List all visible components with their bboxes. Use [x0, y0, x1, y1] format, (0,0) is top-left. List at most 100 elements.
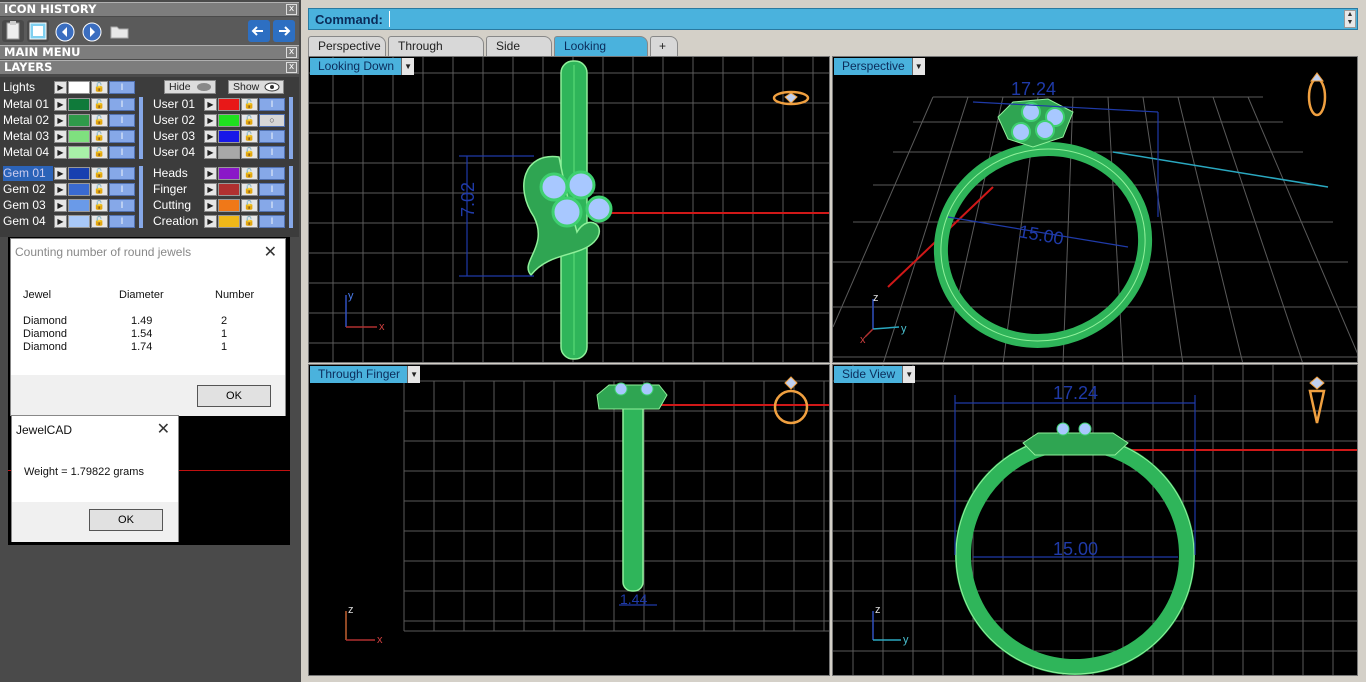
expand-arrow-icon[interactable]: ▶ — [204, 130, 217, 143]
expand-arrow-icon[interactable]: ▶ — [204, 167, 217, 180]
expand-arrow-icon[interactable]: ▶ — [54, 81, 67, 94]
layer-row[interactable]: Metal 01 ▶ 🔓 I — [0, 97, 140, 112]
visibility-toggle[interactable]: I — [259, 146, 285, 159]
command-scroll[interactable]: ▲ ▼ — [1344, 10, 1356, 28]
expand-arrow-icon[interactable]: ▶ — [204, 215, 217, 228]
lock-icon[interactable]: 🔓 — [241, 146, 258, 159]
layer-row[interactable]: Gem 02 ▶ 🔓 I — [0, 182, 140, 197]
hide-button[interactable]: Hide — [164, 80, 216, 94]
visibility-toggle[interactable]: I — [109, 215, 135, 228]
tab-through-finger[interactable]: Through Finger — [388, 36, 484, 71]
lock-icon[interactable]: 🔓 — [91, 167, 108, 180]
expand-arrow-icon[interactable]: ▶ — [204, 114, 217, 127]
lock-icon[interactable]: 🔓 — [241, 199, 258, 212]
layer-row[interactable]: User 03 ▶ 🔓 I — [150, 129, 290, 144]
visibility-toggle[interactable]: I — [109, 98, 135, 111]
layer-row[interactable]: User 02 ▶ 🔓 ○ — [150, 113, 290, 128]
viewport-perspective[interactable]: Perspective ▼ 17.24 15.00 z y x — [832, 56, 1358, 363]
viewport-label[interactable]: Perspective ▼ — [834, 58, 925, 75]
expand-arrow-icon[interactable]: ▶ — [204, 183, 217, 196]
layer-row[interactable]: Gem 03 ▶ 🔓 I — [0, 198, 140, 213]
color-swatch[interactable] — [68, 183, 90, 196]
main-menu-header[interactable]: MAIN MENU x — [0, 45, 299, 59]
lock-icon[interactable]: 🔓 — [241, 130, 258, 143]
layer-row[interactable]: User 04 ▶ 🔓 I — [150, 145, 290, 160]
expand-arrow-icon[interactable]: ▶ — [204, 146, 217, 159]
visibility-toggle[interactable]: I — [109, 199, 135, 212]
color-swatch[interactable] — [68, 98, 90, 111]
color-swatch[interactable] — [218, 215, 240, 228]
expand-arrow-icon[interactable]: ▶ — [54, 183, 67, 196]
expand-arrow-icon[interactable]: ▶ — [54, 130, 67, 143]
lock-icon[interactable]: 🔓 — [91, 199, 108, 212]
layer-row[interactable]: Metal 04 ▶ 🔓 I — [0, 145, 140, 160]
layer-row[interactable]: Metal 03 ▶ 🔓 I — [0, 129, 140, 144]
color-swatch[interactable] — [68, 114, 90, 127]
tab-side-view[interactable]: Side View — [486, 36, 552, 71]
open-folder-icon[interactable] — [109, 20, 131, 42]
lock-icon[interactable]: 🔓 — [241, 215, 258, 228]
close-icon[interactable]: x — [286, 47, 297, 58]
visibility-toggle[interactable]: I — [259, 167, 285, 180]
ok-button[interactable]: OK — [197, 385, 271, 407]
viewport-label[interactable]: Side View ▼ — [834, 366, 916, 383]
layers-history-icon[interactable] — [27, 20, 49, 42]
visibility-toggle[interactable]: I — [109, 114, 135, 127]
visibility-toggle[interactable]: I — [259, 98, 285, 111]
expand-arrow-icon[interactable]: ▶ — [204, 98, 217, 111]
close-icon[interactable]: x — [286, 4, 297, 15]
layers-header[interactable]: LAYERS x — [0, 60, 299, 74]
color-swatch[interactable] — [218, 130, 240, 143]
expand-arrow-icon[interactable]: ▶ — [54, 98, 67, 111]
color-swatch[interactable] — [218, 167, 240, 180]
color-swatch[interactable] — [218, 199, 240, 212]
color-swatch[interactable] — [218, 114, 240, 127]
viewport-looking-down[interactable]: Looking Down ▼ 7.02 y x — [308, 56, 830, 363]
color-swatch[interactable] — [68, 146, 90, 159]
expand-arrow-icon[interactable]: ▶ — [54, 167, 67, 180]
visibility-toggle[interactable]: I — [259, 215, 285, 228]
layer-row[interactable]: Cutting ▶ 🔓 I — [150, 198, 290, 213]
ok-button[interactable]: OK — [89, 509, 163, 531]
viewport-side-view[interactable]: Side View ▼ 17.24 15.00 z y — [832, 364, 1358, 676]
color-swatch[interactable] — [68, 167, 90, 180]
color-swatch[interactable] — [68, 215, 90, 228]
viewport-label[interactable]: Looking Down ▼ — [310, 58, 415, 75]
dropdown-icon[interactable]: ▼ — [407, 366, 421, 383]
layer-row[interactable]: Gem 04 ▶ 🔓 I — [0, 214, 140, 229]
close-icon[interactable]: ✕ — [157, 419, 170, 439]
visibility-toggle[interactable]: I — [109, 146, 135, 159]
add-tab-button[interactable]: + — [650, 36, 678, 56]
lock-icon[interactable]: 🔓 — [241, 183, 258, 196]
lock-icon[interactable]: 🔓 — [91, 114, 108, 127]
layer-row[interactable]: Metal 02 ▶ 🔓 I — [0, 113, 140, 128]
visibility-toggle[interactable]: I — [109, 183, 135, 196]
show-button[interactable]: Show — [228, 80, 284, 94]
layer-row-lights[interactable]: Lights ▶ 🔓 I — [0, 80, 140, 95]
color-swatch[interactable] — [68, 199, 90, 212]
expand-arrow-icon[interactable]: ▶ — [54, 199, 67, 212]
expand-arrow-icon[interactable]: ▶ — [54, 146, 67, 159]
visibility-toggle[interactable]: I — [109, 167, 135, 180]
layer-row[interactable]: Creation ▶ 🔓 I — [150, 214, 290, 229]
visibility-toggle[interactable]: I — [259, 199, 285, 212]
history-back-icon[interactable] — [54, 20, 76, 42]
expand-arrow-icon[interactable]: ▶ — [54, 215, 67, 228]
lock-icon[interactable]: 🔓 — [241, 114, 258, 127]
lock-icon[interactable]: 🔓 — [241, 167, 258, 180]
dropdown-icon[interactable]: ▼ — [902, 366, 916, 383]
panel-back-arrow-icon[interactable] — [248, 20, 270, 42]
layer-row[interactable]: Heads ▶ 🔓 I — [150, 166, 290, 181]
expand-arrow-icon[interactable]: ▶ — [204, 199, 217, 212]
close-icon[interactable]: ✕ — [264, 242, 277, 262]
tab-perspective[interactable]: Perspective — [308, 36, 386, 56]
lock-icon[interactable]: 🔓 — [91, 98, 108, 111]
dropdown-icon[interactable]: ▼ — [401, 58, 415, 75]
color-swatch[interactable] — [218, 98, 240, 111]
lock-icon[interactable]: 🔓 — [91, 130, 108, 143]
lock-icon[interactable]: 🔓 — [91, 81, 108, 94]
layer-row[interactable]: Gem 01 ▶ 🔓 I — [0, 166, 140, 181]
lock-icon[interactable]: 🔓 — [91, 183, 108, 196]
lock-icon[interactable]: 🔓 — [91, 146, 108, 159]
close-icon[interactable]: x — [286, 62, 297, 73]
